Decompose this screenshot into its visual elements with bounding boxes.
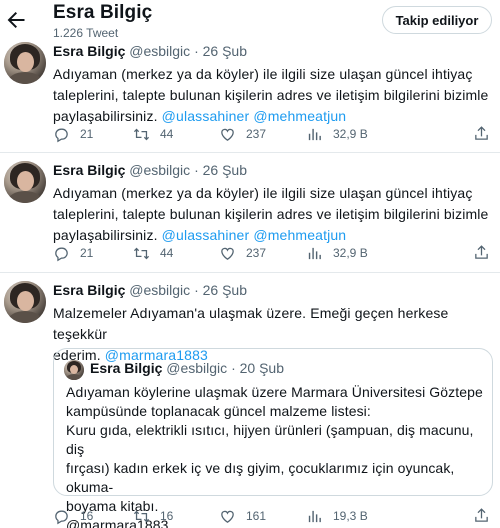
tweet-text: Adıyaman (merkez ya da köyler) ile ilgil… [53,183,493,246]
retweet-count: 16 [160,509,174,523]
tweet-date[interactable]: · 26 Şub [194,162,247,178]
quoted-text-line: kampüsünde toplanacak güncel malzeme lis… [66,403,371,419]
views-button[interactable]: 32,9 B [306,124,368,144]
retweet-icon [133,128,150,140]
tweet-text-line: taleplerini, talepte bulunan kişilerin a… [53,87,489,103]
like-count: 161 [246,509,267,523]
quoted-text-line: fırçası) kadın erkek iç ve dış giyim, ço… [66,460,455,495]
author-handle[interactable]: @esbilgic [129,282,190,298]
share-icon[interactable] [473,125,490,147]
retweet-icon [133,247,150,259]
tweet-text-line: taleplerini, talepte bulunan kişilerin a… [53,206,489,222]
reply-button[interactable]: 21 [53,124,93,144]
mention-link[interactable]: @ulassahiner [162,227,250,243]
views-count: 32,9 B [333,246,368,260]
tweet-author-line: Esra Bilgiç @esbilgic · 26 Şub [53,162,247,178]
quoted-text-line: Kuru gıda, elektrikli ısıtıcı, hijyen ür… [66,422,474,457]
tweet-text-fragment: paylaşabilirsiniz. [53,227,162,243]
like-button[interactable]: 237 [219,243,266,263]
quoted-author-handle: @esbilgic [166,360,228,376]
tweet-text: Adıyaman (merkez ya da köyler) ile ilgil… [53,64,493,127]
avatar[interactable] [4,42,46,84]
reply-icon [55,247,68,261]
author-handle[interactable]: @esbilgic [129,43,190,59]
tweet-actions: 21 44 237 32,9 B [53,243,493,263]
quoted-author-name: Esra Bilgiç [90,360,163,376]
like-button[interactable]: 161 [219,506,266,526]
share-icon[interactable] [473,507,490,528]
quoted-tweet[interactable]: Esra Bilgiç @esbilgic · 20 Şub Adıyaman … [53,348,493,528]
quoted-date: · 20 Şub [231,360,284,376]
retweet-icon [133,510,150,522]
quoted-avatar [64,360,84,380]
retweet-count: 44 [160,246,174,260]
reply-button[interactable]: 16 [53,506,93,526]
like-button[interactable]: 237 [219,124,266,144]
heart-icon [221,247,234,260]
tweet-author-line: Esra Bilgiç @esbilgic · 26 Şub [53,282,247,298]
tweet-text-fragment: paylaşabilirsiniz. [53,108,162,124]
tweet-actions: 21 44 237 32,9 B [53,124,493,144]
like-count: 237 [246,127,267,141]
profile-header: Esra Bilgiç 1.226 Tweet Takip ediliyor [0,0,500,42]
tweet-actions: 16 16 161 19,3 B [53,506,493,526]
reply-count: 21 [80,246,94,260]
heart-icon [221,128,234,141]
reply-icon [55,128,68,142]
heart-icon [221,510,234,523]
avatar[interactable] [4,281,46,323]
divider [0,272,500,273]
views-button[interactable]: 32,9 B [306,243,368,263]
mention-link[interactable]: @ulassahiner [162,108,250,124]
author-handle[interactable]: @esbilgic [129,162,190,178]
views-icon [308,510,321,522]
tweet-date[interactable]: · 26 Şub [194,282,247,298]
mention-link[interactable]: @mehmeatjun [253,108,346,124]
views-count: 32,9 B [333,127,368,141]
reply-count: 16 [80,509,94,523]
tweet-date[interactable]: · 26 Şub [194,43,247,59]
tweet[interactable]: Esra Bilgiç @esbilgic · 26 Şub Malzemele… [0,281,500,528]
arrow-left-icon[interactable] [4,8,28,32]
tweet-text-line: Malzemeler Adıyaman'a ulaşmak üzere. Eme… [53,305,449,342]
author-name[interactable]: Esra Bilgiç [53,43,125,59]
views-icon [308,247,321,259]
retweet-button[interactable]: 44 [133,124,173,144]
retweet-button[interactable]: 16 [133,506,173,526]
tweet-author-line: Esra Bilgiç @esbilgic · 26 Şub [53,43,247,59]
quoted-text-line: Adıyaman köylerine ulaşmak üzere Marmara… [66,384,483,400]
share-icon[interactable] [473,244,490,266]
reply-count: 21 [80,127,94,141]
reply-icon [55,510,68,524]
tweet-text-line: Adıyaman (merkez ya da köyler) ile ilgil… [53,185,473,201]
tweet[interactable]: Esra Bilgiç @esbilgic · 26 Şub Adıyaman … [0,42,500,150]
retweet-button[interactable]: 44 [133,243,173,263]
author-name[interactable]: Esra Bilgiç [53,282,125,298]
following-button[interactable]: Takip ediliyor [382,6,492,34]
avatar[interactable] [4,161,46,203]
views-count: 19,3 B [333,509,368,523]
views-icon [308,128,321,140]
tweet-text-line: Adıyaman (merkez ya da köyler) ile ilgil… [53,66,473,82]
reply-button[interactable]: 21 [53,243,93,263]
quoted-author-line: Esra Bilgiç @esbilgic · 20 Şub [90,360,284,376]
views-button[interactable]: 19,3 B [306,506,368,526]
profile-name: Esra Bilgiç [53,2,153,23]
divider [0,152,500,153]
tweet[interactable]: Esra Bilgiç @esbilgic · 26 Şub Adıyaman … [0,161,500,269]
mention-link[interactable]: @mehmeatjun [253,227,346,243]
retweet-count: 44 [160,127,174,141]
author-name[interactable]: Esra Bilgiç [53,162,125,178]
tweet-count: 1.226 Tweet [53,26,119,40]
like-count: 237 [246,246,267,260]
